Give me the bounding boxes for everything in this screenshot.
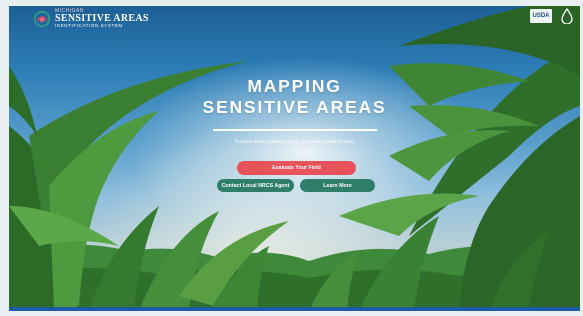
water-drop-icon[interactable] <box>560 8 574 24</box>
hero-background: MICHIGAN SENSITIVE AREAS IDENTIFICATION … <box>9 6 580 311</box>
brand[interactable]: MICHIGAN SENSITIVE AREAS IDENTIFICATION … <box>33 9 149 29</box>
hero: MAPPING SENSITIVE AREAS Evaluate fields,… <box>9 76 580 145</box>
hero-title-line2: SENSITIVE AREAS <box>202 97 387 117</box>
corn-field-image <box>9 6 580 311</box>
hero-title-line1: MAPPING <box>247 76 342 96</box>
hero-tagline: Evaluate fields, generate reports, and p… <box>234 139 355 145</box>
evaluate-field-button[interactable]: Evaluate Your Field <box>237 161 356 175</box>
footer-bar <box>9 307 580 311</box>
hero-title: MAPPING SENSITIVE AREAS <box>9 76 580 118</box>
contact-agent-button[interactable]: Contact Local NRCS Agent <box>217 179 294 192</box>
hero-divider <box>212 129 377 131</box>
brand-subtitle: IDENTIFICATION SYSTEM <box>55 23 123 28</box>
usda-label: USDA <box>532 13 550 19</box>
learn-more-button[interactable]: Learn More <box>300 179 375 192</box>
brand-logo-icon <box>33 10 51 27</box>
usda-logo-icon[interactable]: USDA <box>530 9 552 23</box>
